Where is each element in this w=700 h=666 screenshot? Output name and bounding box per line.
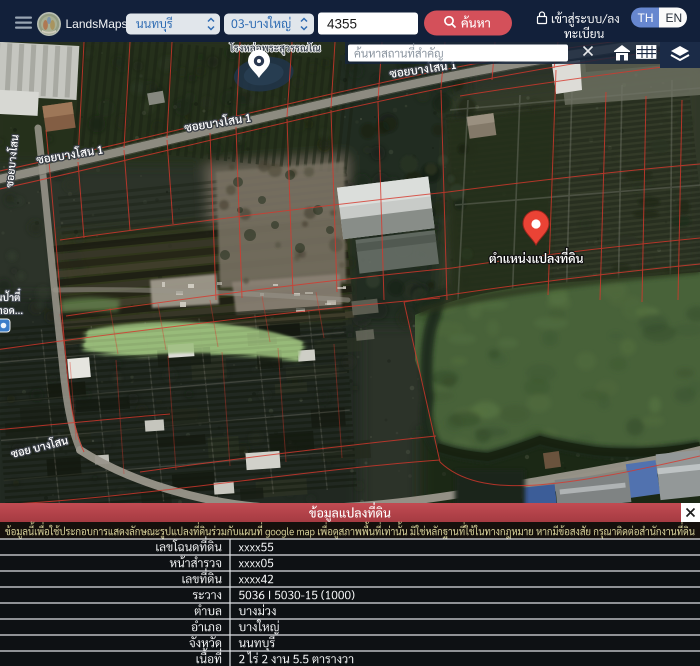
svg-text:LandsMaps: LandsMaps (66, 17, 128, 31)
svg-text:TH: TH (638, 11, 654, 25)
svg-text:4355: 4355 (327, 17, 357, 32)
svg-text:EN: EN (666, 11, 683, 25)
